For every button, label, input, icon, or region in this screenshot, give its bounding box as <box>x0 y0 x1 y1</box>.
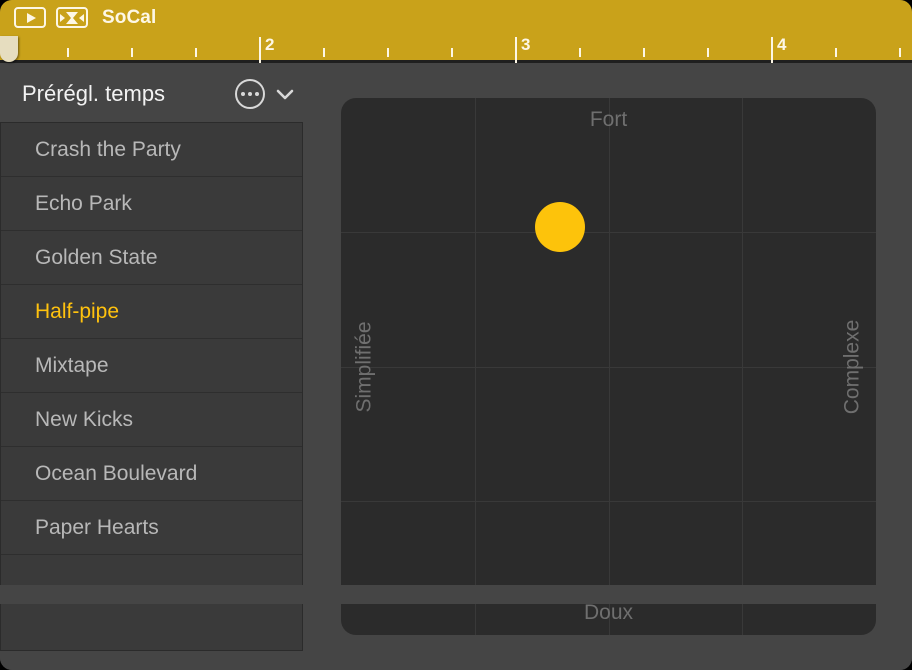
ruler-minor-tick <box>707 48 709 57</box>
ruler-minor-tick <box>387 48 389 57</box>
page-title: Prérégl. temps <box>22 81 166 106</box>
preset-row[interactable]: Mixtape <box>1 339 302 393</box>
flex-time-glyph <box>60 11 84 24</box>
timeline-ruler[interactable]: 2 3 4 <box>0 35 912 63</box>
chevron-down-icon[interactable] <box>274 84 296 104</box>
ruler-minor-tick <box>643 48 645 57</box>
preset-row[interactable]: Paper Hearts <box>1 501 302 555</box>
preset-row[interactable]: Echo Park <box>1 177 302 231</box>
ruler-minor-tick <box>835 48 837 57</box>
preset-row[interactable]: New Kicks <box>1 393 302 447</box>
ruler-bar-number: 2 <box>265 35 275 54</box>
xy-pad[interactable]: Fort Doux Simplifiée Complexe <box>341 98 876 635</box>
preset-row[interactable]: Crash the Party <box>1 123 302 177</box>
ruler-minor-tick <box>451 48 453 57</box>
xy-label-right: Complexe <box>840 319 864 414</box>
plugin-content: Prérégl. temps Crash the Party Echo Park G… <box>0 66 912 670</box>
ruler-major-tick <box>771 37 773 63</box>
ruler-minor-tick <box>67 48 69 57</box>
preset-sidebar-header: Prérégl. temps <box>0 66 303 122</box>
ruler-major-tick <box>515 37 517 63</box>
preset-sidebar: Prérégl. temps Crash the Party Echo Park G… <box>0 66 303 651</box>
preset-row[interactable]: Half-pipe <box>1 285 302 339</box>
ruler-bar-number: 4 <box>777 35 787 54</box>
clip-header-controls: SoCal <box>14 0 156 35</box>
xy-puck[interactable] <box>535 201 586 252</box>
preset-row[interactable]: Golden State <box>1 231 302 285</box>
clip-header-bar: SoCal <box>0 0 912 35</box>
preset-row[interactable]: Ocean Boulevard <box>1 447 302 501</box>
ruler-minor-tick <box>195 48 197 57</box>
ruler-minor-tick <box>899 48 901 57</box>
preset-list[interactable]: Crash the Party Echo Park Golden State Half… <box>0 122 303 651</box>
ellipsis-circle-icon[interactable] <box>235 79 265 109</box>
play-icon[interactable] <box>14 7 46 28</box>
ruler-bar-number: 3 <box>521 35 531 54</box>
ellipsis-dot <box>255 92 259 96</box>
xy-grid-line-horizontal <box>341 366 876 368</box>
play-triangle-glyph <box>26 12 36 23</box>
playhead-marker[interactable] <box>0 36 18 62</box>
xy-grid-line-horizontal <box>341 232 876 234</box>
ellipsis-dot <box>248 92 252 96</box>
clip-title: SoCal <box>102 6 157 28</box>
ellipsis-dot <box>241 92 245 96</box>
xy-grid-line-horizontal <box>341 500 876 502</box>
window-bottom-strip <box>0 585 912 604</box>
ruler-minor-tick <box>131 48 133 57</box>
ruler-minor-tick <box>579 48 581 57</box>
ruler-major-tick <box>259 37 261 63</box>
xy-label-left: Simplifiée <box>353 320 377 413</box>
flex-time-icon[interactable] <box>56 7 88 28</box>
plugin-window: SoCal 2 3 4 Prérégl. temps Crash the Party… <box>0 0 912 670</box>
ruler-minor-tick <box>323 48 325 57</box>
